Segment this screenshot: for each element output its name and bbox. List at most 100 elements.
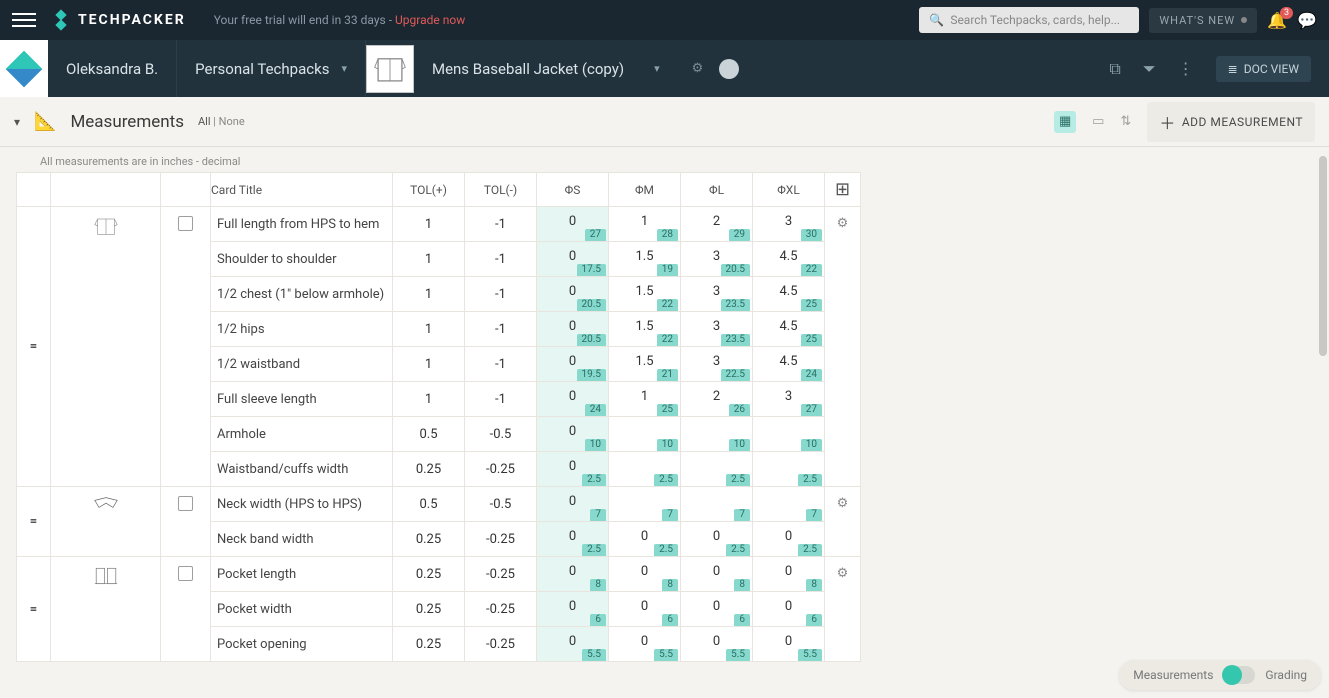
size-cell[interactable]: 06	[537, 592, 609, 627]
techpack-dropdown[interactable]: Mens Baseball Jacket (copy) ▾	[414, 40, 678, 97]
measurement-title[interactable]: Neck band width	[211, 522, 393, 557]
size-cell[interactable]: 10	[753, 417, 825, 452]
search-input[interactable]: 🔍 Search Techpacks, cards, help...	[919, 7, 1139, 33]
size-cell[interactable]: 320.5	[681, 242, 753, 277]
measurement-title[interactable]: Full sleeve length	[211, 382, 393, 417]
size-cell[interactable]: 08	[753, 557, 825, 592]
size-cell[interactable]: 327	[753, 382, 825, 417]
size-cell[interactable]: 1.521	[609, 347, 681, 382]
tol-minus-cell[interactable]: -1	[465, 312, 537, 347]
tol-plus-cell[interactable]: 0.5	[393, 417, 465, 452]
size-cell[interactable]: 05.5	[681, 627, 753, 662]
measurement-title[interactable]: Waistband/cuffs width	[211, 452, 393, 487]
size-cell[interactable]: 06	[681, 592, 753, 627]
measurement-title[interactable]: 1/2 chest (1" below armhole)	[211, 277, 393, 312]
size-cell[interactable]: 7	[681, 487, 753, 522]
size-cell[interactable]: 05.5	[753, 627, 825, 662]
techpack-settings-icon[interactable]: ⚙	[692, 61, 704, 76]
size-cell[interactable]: 128	[609, 207, 681, 242]
size-cell[interactable]: 07	[537, 487, 609, 522]
view-toggle[interactable]: Measurements Grading	[1119, 660, 1321, 690]
size-cell[interactable]: 06	[609, 592, 681, 627]
tol-plus-cell[interactable]: 0.25	[393, 452, 465, 487]
brand-logo[interactable]: TECHPACKER	[52, 11, 186, 29]
tol-minus-cell[interactable]: -1	[465, 347, 537, 382]
row-checkbox[interactable]	[161, 207, 211, 487]
tol-minus-cell[interactable]: -0.25	[465, 522, 537, 557]
measurement-title[interactable]: Shoulder to shoulder	[211, 242, 393, 277]
tol-minus-cell[interactable]: -0.25	[465, 557, 537, 592]
size-cell[interactable]: 1.522	[609, 312, 681, 347]
workspace-logo[interactable]	[0, 40, 48, 97]
tol-minus-cell[interactable]: -1	[465, 207, 537, 242]
size-cell[interactable]: 08	[537, 557, 609, 592]
tol-plus-cell[interactable]: 1	[393, 382, 465, 417]
size-cell[interactable]: 020.5	[537, 277, 609, 312]
size-cell[interactable]: 02.5	[537, 452, 609, 487]
copy-icon[interactable]: ⧉	[1109, 59, 1120, 79]
row-settings-icon[interactable]: ⚙	[825, 487, 861, 557]
scrollbar[interactable]	[1319, 156, 1327, 356]
tol-minus-cell[interactable]: -1	[465, 277, 537, 312]
size-cell[interactable]: 330	[753, 207, 825, 242]
measurement-title[interactable]: Armhole	[211, 417, 393, 452]
doc-view-button[interactable]: ≣ DOC VIEW	[1216, 56, 1311, 82]
tol-plus-cell[interactable]: 0.25	[393, 522, 465, 557]
size-cell[interactable]: 4.525	[753, 277, 825, 312]
techpack-thumb[interactable]	[366, 45, 414, 93]
card-thumb[interactable]	[51, 557, 161, 662]
card-thumb[interactable]	[51, 207, 161, 487]
filter-icon[interactable]: ⏷	[1143, 59, 1156, 79]
tol-minus-cell[interactable]: -0.5	[465, 417, 537, 452]
collapse-icon[interactable]: ▾	[14, 115, 20, 129]
image-view-icon[interactable]: ▭	[1092, 114, 1104, 129]
tol-plus-cell[interactable]: 1	[393, 347, 465, 382]
card-thumb[interactable]	[51, 487, 161, 557]
add-column-icon[interactable]: ⊞	[835, 179, 850, 200]
size-cell[interactable]: 7	[609, 487, 681, 522]
toggle-knob[interactable]	[1223, 666, 1255, 684]
size-cell[interactable]: 02.5	[681, 522, 753, 557]
add-measurement-button[interactable]: ＋ ADD MEASUREMENT	[1147, 102, 1315, 142]
row-settings-icon[interactable]: ⚙	[825, 557, 861, 662]
size-cell[interactable]: 2.5	[609, 452, 681, 487]
size-cell[interactable]: 4.522	[753, 242, 825, 277]
size-cell[interactable]: 322.5	[681, 347, 753, 382]
row-checkbox[interactable]	[161, 487, 211, 557]
measurement-title[interactable]: Pocket width	[211, 592, 393, 627]
tol-plus-cell[interactable]: 1	[393, 312, 465, 347]
size-cell[interactable]: 10	[609, 417, 681, 452]
workspace-dropdown[interactable]: Personal Techpacks ▾	[177, 40, 366, 97]
feedback-icon[interactable]: 💬	[1297, 11, 1317, 30]
drag-handle[interactable]: =	[17, 557, 51, 662]
size-cell[interactable]: 2.5	[753, 452, 825, 487]
size-cell[interactable]: 02.5	[537, 522, 609, 557]
size-cell[interactable]: 06	[753, 592, 825, 627]
size-cell[interactable]: 010	[537, 417, 609, 452]
row-checkbox[interactable]	[161, 557, 211, 662]
size-cell[interactable]: 4.525	[753, 312, 825, 347]
size-cell[interactable]: 017.5	[537, 242, 609, 277]
measurement-title[interactable]: Neck width (HPS to HPS)	[211, 487, 393, 522]
drag-handle[interactable]: =	[17, 207, 51, 487]
tol-minus-cell[interactable]: -0.25	[465, 627, 537, 662]
tol-minus-cell[interactable]: -0.5	[465, 487, 537, 522]
tol-minus-cell[interactable]: -1	[465, 382, 537, 417]
measurement-title[interactable]: Full length from HPS to hem	[211, 207, 393, 242]
select-toggle[interactable]: All | None	[198, 115, 245, 128]
size-cell[interactable]: 05.5	[537, 627, 609, 662]
size-cell[interactable]: 229	[681, 207, 753, 242]
owner-dropdown[interactable]: Oleksandra B.	[48, 40, 177, 97]
grid-view-icon[interactable]: ▦	[1054, 111, 1076, 133]
measurement-title[interactable]: Pocket length	[211, 557, 393, 592]
more-icon[interactable]: ⋮	[1178, 59, 1194, 78]
measurement-title[interactable]: 1/2 waistband	[211, 347, 393, 382]
size-cell[interactable]: 323.5	[681, 277, 753, 312]
size-cell[interactable]: 020.5	[537, 312, 609, 347]
notifications-icon[interactable]: 🔔3	[1267, 11, 1287, 30]
size-cell[interactable]: 7	[753, 487, 825, 522]
tol-minus-cell[interactable]: -0.25	[465, 452, 537, 487]
drag-handle[interactable]: =	[17, 487, 51, 557]
whats-new-button[interactable]: WHAT'S NEW	[1149, 8, 1257, 33]
size-cell[interactable]: 10	[681, 417, 753, 452]
